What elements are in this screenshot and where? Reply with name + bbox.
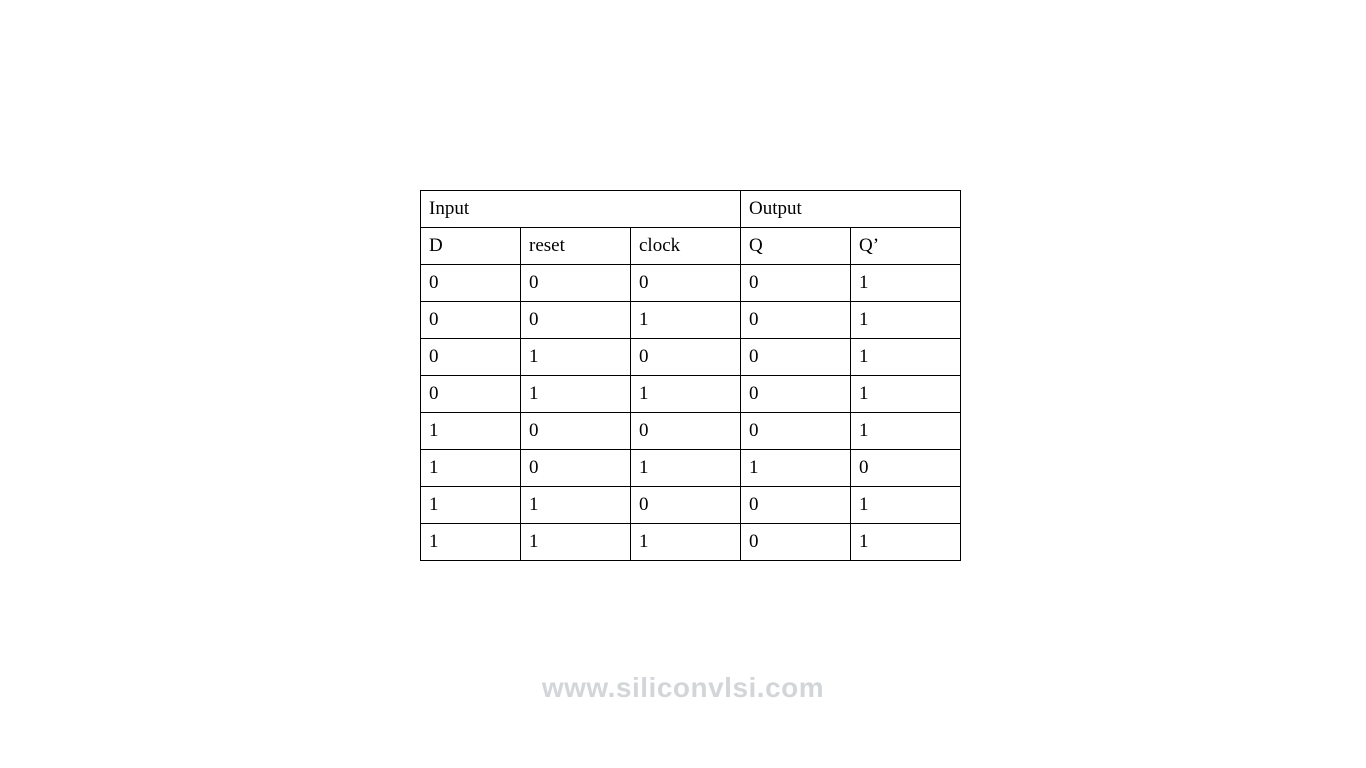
cell-qbar: 1	[851, 376, 961, 413]
cell-d: 0	[421, 339, 521, 376]
cell-qbar: 1	[851, 265, 961, 302]
cell-clock: 0	[631, 265, 741, 302]
cell-reset: 0	[521, 265, 631, 302]
cell-clock: 1	[631, 376, 741, 413]
cell-reset: 1	[521, 487, 631, 524]
cell-reset: 1	[521, 524, 631, 561]
cell-reset: 0	[521, 450, 631, 487]
cell-reset: 1	[521, 339, 631, 376]
header-input-group: Input	[421, 191, 741, 228]
truth-table: Input Output D reset clock Q Q’ 0 0 0 0 …	[420, 190, 961, 561]
cell-d: 1	[421, 450, 521, 487]
cell-q: 0	[741, 413, 851, 450]
cell-d: 1	[421, 487, 521, 524]
cell-q: 0	[741, 302, 851, 339]
cell-qbar: 1	[851, 524, 961, 561]
header-qbar: Q’	[851, 228, 961, 265]
table-row: 0 0 1 0 1	[421, 302, 961, 339]
cell-clock: 1	[631, 302, 741, 339]
header-output-group: Output	[741, 191, 961, 228]
table-row: 0 1 0 0 1	[421, 339, 961, 376]
watermark-text: www.siliconvlsi.com	[0, 672, 1366, 704]
cell-clock: 1	[631, 450, 741, 487]
table-row: 1 0 0 0 1	[421, 413, 961, 450]
cell-q: 0	[741, 265, 851, 302]
cell-clock: 0	[631, 487, 741, 524]
cell-qbar: 1	[851, 339, 961, 376]
cell-qbar: 1	[851, 487, 961, 524]
cell-reset: 0	[521, 302, 631, 339]
cell-q: 0	[741, 376, 851, 413]
table-row: 1 1 0 0 1	[421, 487, 961, 524]
cell-q: 0	[741, 524, 851, 561]
cell-clock: 0	[631, 413, 741, 450]
cell-d: 1	[421, 524, 521, 561]
cell-clock: 0	[631, 339, 741, 376]
header-d: D	[421, 228, 521, 265]
truth-table-container: Input Output D reset clock Q Q’ 0 0 0 0 …	[420, 190, 961, 561]
table-group-header-row: Input Output	[421, 191, 961, 228]
cell-d: 0	[421, 302, 521, 339]
cell-reset: 0	[521, 413, 631, 450]
table-row: 1 0 1 1 0	[421, 450, 961, 487]
header-q: Q	[741, 228, 851, 265]
cell-reset: 1	[521, 376, 631, 413]
table-column-header-row: D reset clock Q Q’	[421, 228, 961, 265]
cell-qbar: 0	[851, 450, 961, 487]
header-reset: reset	[521, 228, 631, 265]
cell-q: 0	[741, 339, 851, 376]
cell-qbar: 1	[851, 413, 961, 450]
header-clock: clock	[631, 228, 741, 265]
table-row: 1 1 1 0 1	[421, 524, 961, 561]
table-row: 0 1 1 0 1	[421, 376, 961, 413]
cell-q: 0	[741, 487, 851, 524]
cell-clock: 1	[631, 524, 741, 561]
cell-q: 1	[741, 450, 851, 487]
cell-d: 0	[421, 376, 521, 413]
cell-d: 1	[421, 413, 521, 450]
cell-d: 0	[421, 265, 521, 302]
cell-qbar: 1	[851, 302, 961, 339]
table-row: 0 0 0 0 1	[421, 265, 961, 302]
